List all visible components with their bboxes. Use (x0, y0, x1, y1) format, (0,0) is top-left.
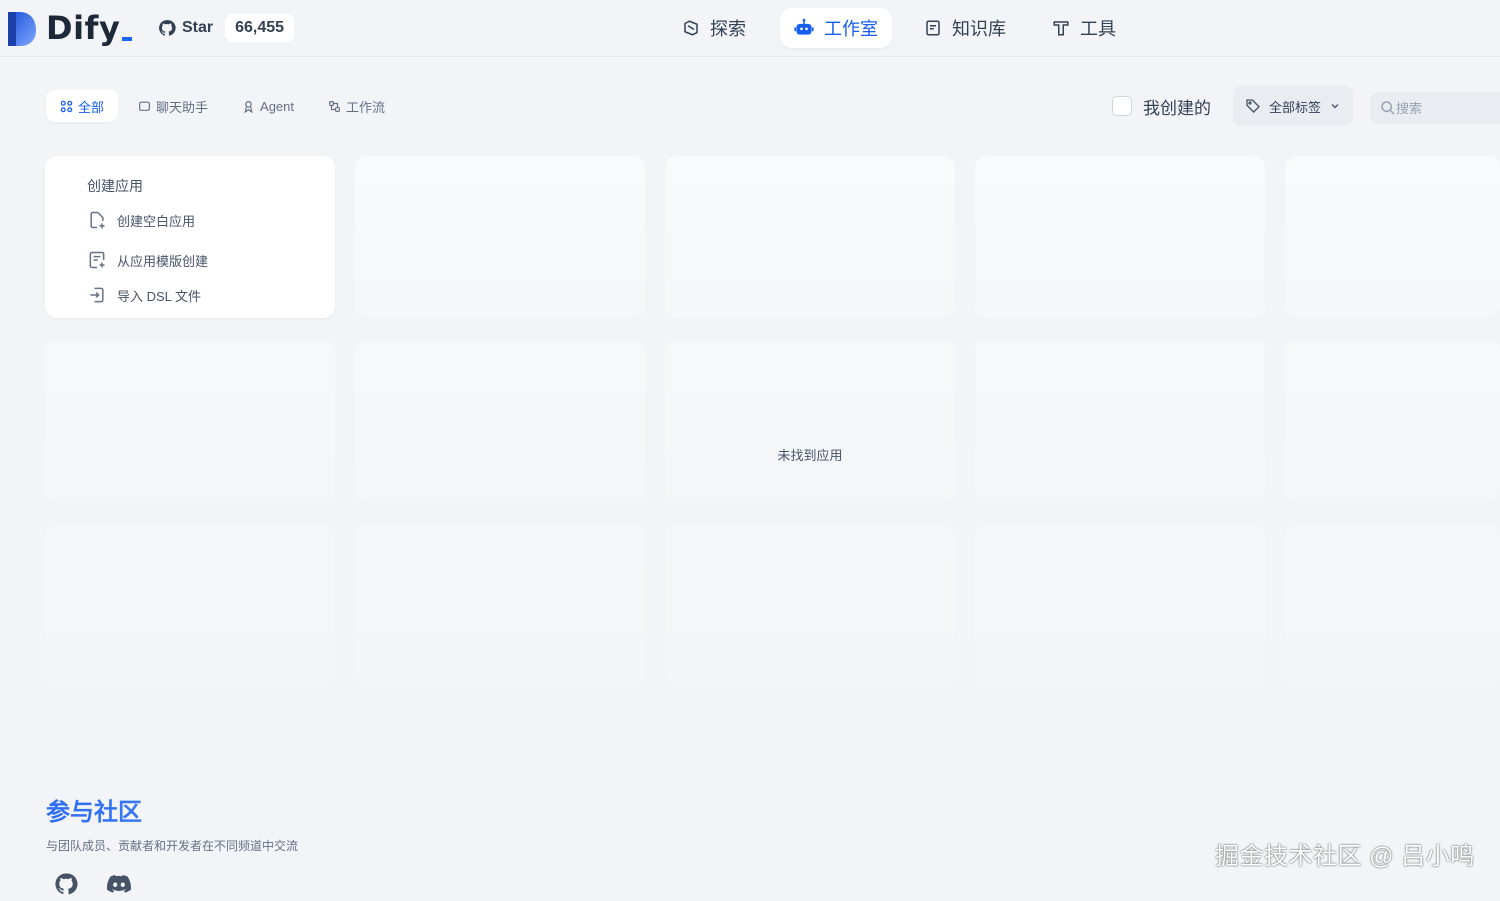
nav-tools-label: 工具 (1080, 19, 1116, 39)
create-from-template-button[interactable]: 从应用模版创建 (87, 248, 335, 272)
tab-all[interactable]: 全部 (46, 90, 119, 122)
search-icon (1381, 101, 1395, 115)
nav-explore-label: 探索 (710, 19, 746, 39)
agent-icon (244, 100, 253, 113)
logo-text: Dify (46, 9, 133, 47)
github-star-count: 66,455 (225, 14, 295, 42)
compass-icon (684, 20, 698, 36)
placeholder-card (1285, 524, 1500, 686)
chevron-down-icon (1331, 104, 1339, 109)
tab-chat-assistant[interactable]: 聊天助手 (124, 90, 222, 122)
main-nav: 探索 工作室 知识库 工具 (668, 8, 1134, 48)
import-icon (90, 287, 104, 303)
tag-filter-label: 全部标签 (1269, 99, 1322, 115)
dify-logo-mark-icon (8, 12, 36, 46)
tag-filter-select[interactable]: 全部标签 (1233, 86, 1354, 126)
hammer-icon (1053, 21, 1069, 36)
github-icon (55, 873, 78, 895)
grid-icon (60, 100, 73, 112)
tab-agent[interactable]: Agent (228, 90, 308, 122)
watermark-text: 掘金技术社区 @ 吕小鸣 (1215, 843, 1475, 870)
create-app-title: 创建应用 (87, 178, 143, 194)
create-blank-app-label: 创建空白应用 (117, 213, 196, 229)
nav-knowledge[interactable]: 知识库 (910, 8, 1020, 48)
tab-workflow-label: 工作流 (346, 99, 386, 115)
search-input[interactable] (1396, 100, 1496, 116)
empty-state-message: 未找到应用 (777, 448, 843, 463)
created-by-me-label[interactable]: 我创建的 (1143, 94, 1211, 119)
github-icon (159, 20, 176, 36)
github-link[interactable] (54, 872, 78, 896)
robot-icon (794, 18, 814, 35)
chat-icon (139, 101, 150, 111)
discord-link[interactable] (106, 872, 132, 896)
github-star-widget[interactable]: Star 66,455 (158, 14, 295, 42)
create-from-template-label: 从应用模版创建 (117, 253, 209, 269)
create-blank-app-button[interactable]: 创建空白应用 (87, 208, 335, 232)
tab-workflow[interactable]: 工作流 (314, 90, 399, 122)
placeholder-card (665, 524, 955, 686)
community-title: 参与社区 (46, 792, 298, 827)
tag-icon (1246, 99, 1260, 113)
nav-studio-label: 工作室 (824, 19, 878, 39)
community-description: 与团队成员、贡献者和开发者在不同频道中交流 (46, 839, 299, 853)
discord-icon (107, 875, 132, 893)
tab-chat-assistant-label: 聊天助手 (156, 99, 209, 115)
tab-agent-label: Agent (260, 98, 295, 114)
workflow-icon (329, 100, 340, 112)
template-icon (89, 251, 105, 269)
import-dsl-label: 导入 DSL 文件 (117, 288, 202, 304)
community-section: 参与社区 与团队成员、贡献者和开发者在不同频道中交流 (46, 792, 298, 896)
filter-tools: 我创建的 全部标签 (1112, 86, 1354, 126)
book-icon (926, 20, 940, 36)
tab-all-label: 全部 (78, 99, 105, 115)
placeholder-card (45, 524, 335, 686)
nav-studio[interactable]: 工作室 (780, 8, 892, 48)
placeholder-card (1285, 340, 1500, 502)
placeholder-card (975, 524, 1265, 686)
placeholder-card (1285, 156, 1500, 318)
placeholder-card (665, 340, 955, 502)
placeholder-card (355, 340, 645, 502)
placeholder-card (975, 340, 1265, 502)
community-links (54, 872, 298, 896)
create-app-card: 创建应用 创建空白应用 从应用模版创建 导入 DSL 文件 (45, 156, 335, 318)
import-dsl-button[interactable]: 导入 DSL 文件 (87, 283, 335, 307)
placeholder-card (355, 156, 645, 318)
nav-explore[interactable]: 探索 (668, 8, 760, 48)
nav-knowledge-label: 知识库 (952, 19, 1006, 39)
placeholder-card (45, 340, 335, 502)
placeholder-card (665, 156, 955, 318)
github-star-button[interactable]: Star (158, 19, 213, 37)
github-star-label: Star (182, 19, 214, 36)
app-type-filter-tabs: 全部 聊天助手 Agent 工作流 (46, 90, 405, 122)
placeholder-card (355, 524, 645, 686)
top-navigation-bar: Dify Star 66,455 探索 工作室 知识库 工具 (0, 0, 1500, 57)
file-plus-icon (90, 211, 105, 229)
nav-tools[interactable]: 工具 (1038, 8, 1130, 48)
created-by-me-checkbox[interactable] (1112, 96, 1132, 116)
placeholder-card (975, 156, 1265, 318)
search-box[interactable] (1370, 92, 1500, 124)
dify-logo[interactable]: Dify (6, 8, 133, 48)
